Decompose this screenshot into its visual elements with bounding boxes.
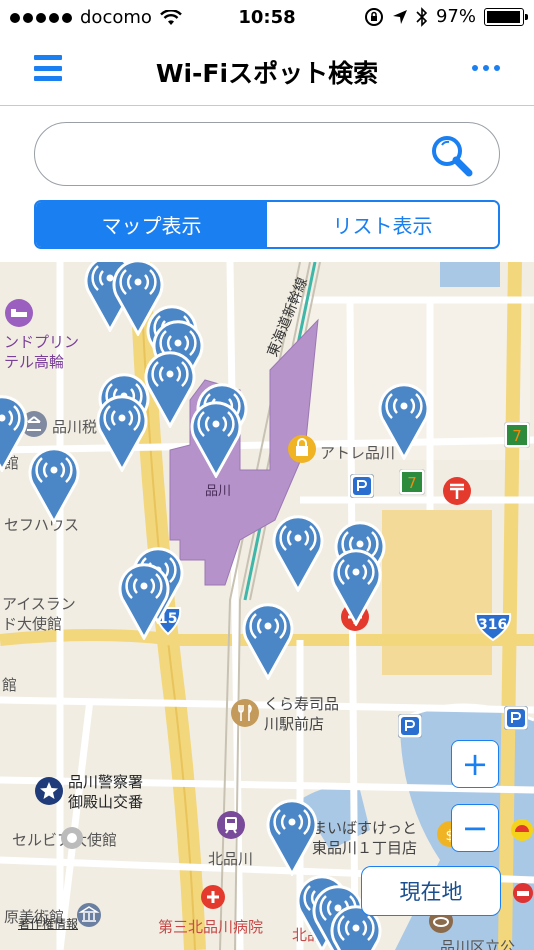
- zoom-in-button[interactable]: +: [451, 740, 499, 788]
- convenience-store-icon: 7: [504, 422, 530, 448]
- wifi-spot-pin[interactable]: [96, 392, 148, 472]
- map-label-iceland-embassy: アイスラン ド大使館: [2, 595, 76, 633]
- parking-icon: [350, 474, 374, 498]
- search-bar: [34, 122, 500, 186]
- wifi-spot-pin[interactable]: [144, 348, 196, 428]
- status-bar: docomo 10:58 97%: [0, 0, 534, 38]
- map-label-shinagawa-tax: 品川税: [52, 418, 98, 436]
- landmark-icon: [61, 827, 83, 849]
- battery-icon: [484, 7, 528, 26]
- gas-station-icon: [511, 819, 533, 841]
- map-label-kura-sushi: くら寿司品 川駅前店: [264, 695, 340, 733]
- page-title: Wi-Fiスポット検索: [155, 59, 379, 88]
- copyright-link[interactable]: 著作権情報: [18, 915, 78, 932]
- hotel-icon: [5, 299, 33, 327]
- battery-percent: 97%: [435, 6, 476, 27]
- police-icon: [35, 777, 63, 805]
- current-location-button[interactable]: 現在地: [361, 866, 501, 916]
- wifi-spot-pin[interactable]: [118, 560, 170, 640]
- svg-text:7: 7: [512, 427, 522, 445]
- wifi-spot-pin[interactable]: [272, 512, 324, 592]
- wifi-spot-pin[interactable]: [378, 380, 430, 460]
- status-right: 97%: [364, 6, 528, 27]
- map-label-hospital: 第三北品川病院: [158, 918, 264, 936]
- map-label-maibasu: まいばすけっと 東品川１丁目店: [312, 819, 418, 857]
- map-label-ward: 品川区立公: [440, 938, 516, 950]
- map-label-hotel: ンドプリン テル高輪: [4, 333, 80, 371]
- bluetooth-icon: [416, 6, 428, 27]
- map-label-station: 品川: [205, 484, 232, 499]
- more-options-icon[interactable]: [472, 65, 500, 71]
- wifi-spot-pin[interactable]: [330, 546, 382, 626]
- shopping-bag-icon: [288, 435, 316, 463]
- map-view-tab[interactable]: マップ表示: [36, 202, 267, 247]
- restaurant-icon: [231, 699, 259, 727]
- location-arrow-icon: [392, 9, 407, 24]
- svg-text:7: 7: [407, 474, 417, 492]
- search-input[interactable]: [57, 135, 437, 173]
- map-view[interactable]: ンドプリン テル高輪 品川税 館 セフハウス 東海道新幹線 アトレ品川 品川 ア…: [0, 262, 534, 950]
- convenience-store-icon: 7: [399, 469, 425, 495]
- navigation-bar: Wi-Fiスポット検索: [0, 38, 534, 106]
- wifi-spot-pin[interactable]: [266, 796, 318, 876]
- parking-icon: [398, 714, 422, 738]
- view-mode-segmented-control: マップ表示 リスト表示: [34, 200, 500, 249]
- search-icon[interactable]: [429, 133, 475, 179]
- museum-icon: [77, 903, 101, 927]
- wifi-spot-pin[interactable]: [242, 600, 294, 680]
- car-icon: [513, 883, 533, 903]
- post-office-icon: [443, 477, 471, 505]
- wifi-spot-pin[interactable]: [28, 444, 80, 524]
- route-316-label: 316: [478, 617, 508, 633]
- wifi-spot-pin[interactable]: [0, 392, 28, 472]
- train-station-icon: [217, 811, 245, 839]
- parking-icon: [504, 706, 528, 730]
- list-view-tab[interactable]: リスト表示: [267, 202, 498, 247]
- zoom-out-button[interactable]: −: [451, 804, 499, 852]
- map-label-kitashinagawa: 北品川: [208, 850, 254, 868]
- hospital-icon: [201, 885, 225, 909]
- map-label-kan2: 館: [2, 676, 18, 694]
- map-label-police: 品川警察署 御殿山交番: [68, 773, 144, 811]
- rotation-lock-icon: [364, 7, 383, 26]
- wifi-spot-pin[interactable]: [190, 398, 242, 478]
